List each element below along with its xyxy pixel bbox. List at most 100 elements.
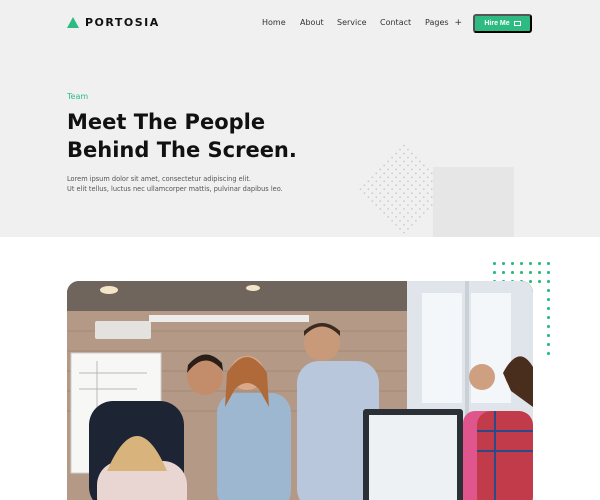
pattern-dot xyxy=(502,271,505,274)
pattern-dot xyxy=(387,168,390,170)
hire-me-button[interactable]: Hire Me xyxy=(473,14,532,33)
pattern-dot xyxy=(411,152,413,155)
pattern-dot xyxy=(371,184,374,186)
pattern-dot xyxy=(395,176,397,178)
pattern-dot xyxy=(415,156,417,159)
pattern-dot xyxy=(395,152,397,155)
pattern-dot xyxy=(418,192,421,194)
pattern-dot xyxy=(395,192,397,194)
pattern-dot xyxy=(538,271,541,274)
pattern-dot xyxy=(367,180,370,182)
pattern-dot xyxy=(547,262,550,265)
pattern-dot xyxy=(407,172,409,174)
hero-description: Lorem ipsum dolor sit amet, consectetur … xyxy=(67,174,307,194)
team-photo-illustration xyxy=(67,281,533,500)
page-title-line-2: Behind The Screen. xyxy=(67,138,297,162)
nav-contact[interactable]: Contact xyxy=(380,18,411,27)
pattern-dot xyxy=(391,156,393,159)
hero-description-line-1: Lorem ipsum dolor sit amet, consectetur … xyxy=(67,175,252,183)
pattern-dot xyxy=(407,219,409,222)
pattern-dot xyxy=(415,195,417,198)
pattern-dot xyxy=(387,176,390,178)
pattern-dot xyxy=(418,160,421,163)
hero-section: PORTOSIA Home About Service Contact Page… xyxy=(0,0,600,237)
pattern-dot xyxy=(387,215,390,218)
pattern-dot xyxy=(407,211,409,214)
pattern-dot xyxy=(391,219,393,222)
pattern-dot xyxy=(407,156,409,159)
pattern-dot xyxy=(403,192,405,194)
pattern-dot xyxy=(383,211,386,214)
pattern-dot xyxy=(399,164,401,166)
hero-description-line-2: Ut elit tellus, luctus nec ullamcorper m… xyxy=(67,185,283,193)
nav-home[interactable]: Home xyxy=(262,18,286,27)
pattern-dot xyxy=(399,188,401,190)
pattern-dot xyxy=(511,271,514,274)
pattern-dot xyxy=(395,207,397,210)
pattern-dot xyxy=(363,192,366,194)
decorative-square xyxy=(433,167,514,237)
pattern-dot xyxy=(422,195,425,198)
pattern-dot xyxy=(422,164,425,166)
pattern-dot xyxy=(387,199,390,202)
pattern-dot xyxy=(387,160,390,163)
pattern-dot xyxy=(399,148,401,151)
pattern-dot xyxy=(411,176,413,178)
nav-pages[interactable]: Pages + xyxy=(425,18,462,28)
pattern-dot xyxy=(391,188,393,190)
pattern-dot xyxy=(407,188,409,190)
pattern-dot xyxy=(399,227,401,230)
pattern-dot xyxy=(547,352,550,355)
pattern-dot xyxy=(403,184,405,186)
pattern-dot xyxy=(415,188,417,190)
nav-service[interactable]: Service xyxy=(337,18,367,27)
pattern-dot xyxy=(395,168,397,170)
pattern-dot xyxy=(399,156,401,159)
hire-me-label: Hire Me xyxy=(484,20,510,27)
pattern-dot xyxy=(520,262,523,265)
pattern-dot xyxy=(379,192,382,194)
pattern-dot xyxy=(403,215,405,218)
pattern-dot xyxy=(418,184,421,186)
pattern-dot xyxy=(403,160,405,163)
pattern-dot xyxy=(511,262,514,265)
pattern-dot xyxy=(422,172,425,174)
pattern-dot xyxy=(391,195,393,198)
pattern-dot xyxy=(391,211,393,214)
pattern-dot xyxy=(547,325,550,328)
pattern-dot xyxy=(415,219,417,222)
pattern-dot xyxy=(399,195,401,198)
pattern-dot xyxy=(415,172,417,174)
pattern-dot xyxy=(493,271,496,274)
pattern-dot xyxy=(363,184,366,186)
pattern-dot xyxy=(411,199,413,202)
pattern-dot xyxy=(403,199,405,202)
brand-logo[interactable]: PORTOSIA xyxy=(67,16,160,29)
pattern-dot xyxy=(375,180,378,182)
pattern-dot xyxy=(493,262,496,265)
pattern-dot xyxy=(422,203,425,206)
pattern-dot xyxy=(547,271,550,274)
pattern-dot xyxy=(422,180,425,182)
pattern-dot xyxy=(391,180,393,182)
pattern-dot xyxy=(399,219,401,222)
pattern-dot xyxy=(383,188,386,190)
nav-pages-label: Pages xyxy=(425,18,449,27)
pattern-dot xyxy=(411,160,413,163)
pattern-dot xyxy=(547,316,550,319)
page-title: Meet The People Behind The Screen. xyxy=(67,108,327,164)
pattern-dot xyxy=(520,271,523,274)
pattern-dot xyxy=(426,207,429,210)
plus-icon: + xyxy=(454,18,463,28)
pattern-dot xyxy=(403,223,405,226)
pattern-dot xyxy=(399,211,401,214)
nav-about[interactable]: About xyxy=(300,18,324,27)
pattern-dot xyxy=(375,203,378,206)
pattern-dot xyxy=(418,176,421,178)
pattern-dot xyxy=(547,307,550,310)
pattern-dot xyxy=(415,180,417,182)
pattern-dot xyxy=(399,180,401,182)
pattern-dot xyxy=(538,280,541,283)
pattern-dot xyxy=(547,343,550,346)
pattern-dot xyxy=(379,207,382,210)
